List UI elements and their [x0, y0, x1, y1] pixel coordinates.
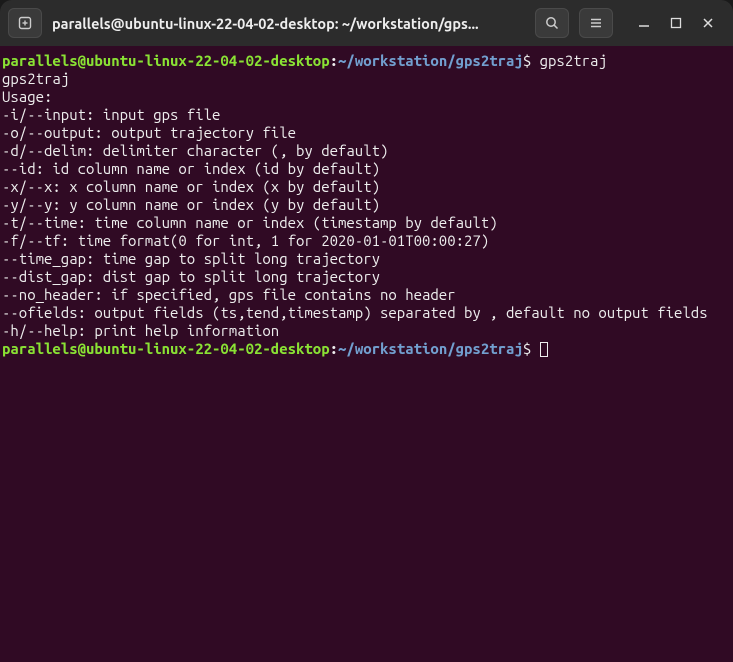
prompt-path: ~/workstation/gps2traj	[338, 340, 523, 357]
titlebar: parallels@ubuntu-linux-22-04-02-desktop:…	[0, 0, 733, 46]
prompt-path: ~/workstation/gps2traj	[338, 52, 523, 69]
output-line: -y/--y: y column name or index (y by def…	[2, 196, 731, 214]
output-line: --no_header: if specified, gps file cont…	[2, 286, 731, 304]
output-line: --dist_gap: dist gap to split long traje…	[2, 268, 731, 286]
minimize-button[interactable]	[637, 16, 651, 30]
output-line: -x/--x: x column name or index (x by def…	[2, 178, 731, 196]
output-line: -f/--tf: time format(0 for int, 1 for 20…	[2, 232, 731, 250]
prompt-colon: :	[330, 340, 338, 357]
prompt-user: parallels@ubuntu-linux-22-04-02-desktop	[2, 340, 330, 357]
maximize-button[interactable]	[669, 16, 683, 30]
close-button[interactable]	[701, 16, 715, 30]
output-line: --id: id column name or index (id by def…	[2, 160, 731, 178]
close-icon	[702, 17, 714, 29]
prompt-colon: :	[330, 52, 338, 69]
output-line: --ofields: output fields (ts,tend,timest…	[2, 304, 731, 322]
hamburger-icon	[588, 15, 604, 31]
output-line: Usage:	[2, 88, 731, 106]
output-line: gps2traj	[2, 70, 731, 88]
command-input-1: gps2traj	[531, 52, 607, 69]
search-button[interactable]	[535, 8, 569, 38]
command-input-2	[531, 340, 539, 357]
new-tab-button[interactable]	[8, 8, 42, 38]
output-line: -h/--help: print help information	[2, 322, 731, 340]
prompt-line-1: parallels@ubuntu-linux-22-04-02-desktop:…	[2, 52, 731, 70]
maximize-icon	[670, 17, 682, 29]
prompt-line-2: parallels@ubuntu-linux-22-04-02-desktop:…	[2, 340, 731, 358]
search-icon	[544, 15, 560, 31]
new-tab-icon	[17, 15, 33, 31]
prompt-dollar: $	[523, 340, 531, 357]
output-line: -i/--input: input gps file	[2, 106, 731, 124]
prompt-dollar: $	[523, 52, 531, 69]
prompt-user: parallels@ubuntu-linux-22-04-02-desktop	[2, 52, 330, 69]
window-title: parallels@ubuntu-linux-22-04-02-desktop:…	[52, 15, 525, 32]
cursor	[540, 342, 548, 357]
output-line: -t/--time: time column name or index (ti…	[2, 214, 731, 232]
output-line: --time_gap: time gap to split long traje…	[2, 250, 731, 268]
output-line: -o/--output: output trajectory file	[2, 124, 731, 142]
menu-button[interactable]	[579, 8, 613, 38]
minimize-icon	[638, 17, 650, 29]
output-line: -d/--delim: delimiter character (, by de…	[2, 142, 731, 160]
terminal-area[interactable]: parallels@ubuntu-linux-22-04-02-desktop:…	[0, 46, 733, 662]
window-controls	[623, 16, 725, 30]
